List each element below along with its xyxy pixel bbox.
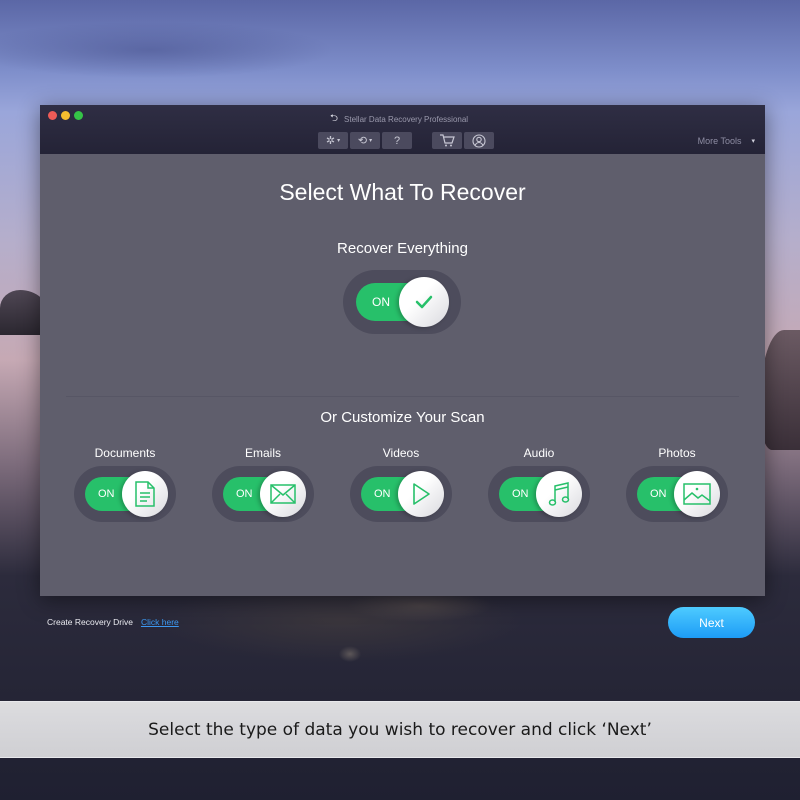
category-label: Audio	[523, 446, 555, 460]
window-title-text: Stellar Data Recovery Professional	[344, 115, 469, 124]
recover-everything-toggle[interactable]: ON	[343, 270, 461, 334]
recover-everything-label: Recover Everything	[337, 240, 468, 257]
user-icon	[472, 133, 486, 148]
main-content: Select What To Recover Recover Everythin…	[40, 154, 765, 638]
wallpaper-rocks	[310, 596, 530, 666]
help-icon: ?	[393, 134, 401, 147]
toggle-state-label: ON	[650, 488, 667, 500]
documents-toggle[interactable]: ON	[74, 466, 176, 522]
toggle-knob[interactable]	[122, 471, 168, 517]
history-button[interactable]: ⟲ ▾	[350, 132, 380, 149]
videos-toggle[interactable]: ON	[350, 466, 452, 522]
recovery-drive-link[interactable]: Click here	[141, 617, 179, 627]
page-title: Select What To Recover	[279, 179, 526, 205]
history-icon: ⟲	[357, 135, 368, 147]
photos-toggle[interactable]: ON	[626, 466, 728, 522]
toggle-state-label: ON	[236, 488, 253, 500]
more-tools-menu[interactable]: More Tools ▾	[698, 136, 755, 146]
minimize-window-button[interactable]	[61, 111, 70, 120]
window-title: ⮌ Stellar Data Recovery Professional	[330, 111, 468, 128]
category-videos: Videos ON	[350, 446, 452, 522]
cart-icon	[440, 134, 455, 147]
section-divider	[66, 396, 739, 397]
toggle-knob[interactable]	[398, 471, 444, 517]
category-label: Videos	[382, 446, 420, 460]
chevron-down-icon: ▾	[369, 138, 373, 144]
play-icon	[413, 483, 430, 505]
category-emails: Emails ON	[212, 446, 314, 522]
wallpaper-sky	[0, 0, 800, 120]
next-button[interactable]: Next	[668, 607, 755, 638]
category-photos: Photos ON	[626, 446, 728, 522]
category-documents: Documents ON	[74, 446, 176, 522]
titlebar: ⮌ Stellar Data Recovery Professional ✲ ▾…	[40, 105, 765, 154]
toggle-knob[interactable]	[674, 471, 720, 517]
settings-button[interactable]: ✲ ▾	[318, 132, 348, 149]
app-window: ⮌ Stellar Data Recovery Professional ✲ ▾…	[40, 105, 765, 638]
category-label: Documents	[94, 446, 156, 460]
toggle-state-label: ON	[512, 488, 529, 500]
back-arrow-icon[interactable]: ⮌	[330, 111, 338, 128]
audio-toggle[interactable]: ON	[488, 466, 590, 522]
recovery-drive-label: Create Recovery Drive	[47, 617, 133, 627]
toggle-state-label: ON	[374, 488, 391, 500]
emails-toggle[interactable]: ON	[212, 466, 314, 522]
caption-text: Select the type of data you wish to reco…	[148, 719, 652, 740]
category-list: Documents ON Emails ON Videos ON Audio O…	[74, 446, 728, 522]
check-icon	[415, 295, 433, 309]
help-button[interactable]: ?	[382, 132, 412, 149]
account-button[interactable]	[464, 132, 494, 149]
toggle-state-label: ON	[98, 488, 115, 500]
chevron-down-icon: ▾	[751, 138, 755, 145]
toggle-knob[interactable]	[536, 471, 582, 517]
close-window-button[interactable]	[48, 111, 57, 120]
gear-icon: ✲	[325, 135, 336, 147]
toggle-knob[interactable]	[260, 471, 306, 517]
cart-button[interactable]	[432, 132, 462, 149]
image-icon	[683, 483, 711, 505]
recovery-drive-row: Create Recovery Drive Click here	[47, 617, 179, 627]
wallpaper-cliff-right	[760, 330, 800, 450]
category-label: Photos	[658, 446, 696, 460]
chevron-down-icon: ▾	[337, 138, 341, 144]
toggle-knob[interactable]	[399, 277, 449, 327]
customize-scan-label: Or Customize Your Scan	[320, 409, 485, 426]
category-audio: Audio ON	[488, 446, 590, 522]
category-label: Emails	[244, 446, 281, 460]
traffic-lights	[48, 111, 83, 120]
maximize-window-button[interactable]	[74, 111, 83, 120]
envelope-icon	[270, 484, 296, 504]
caption-bar: Select the type of data you wish to reco…	[0, 701, 800, 758]
toolbar: ✲ ▾ ⟲ ▾ ?	[318, 132, 494, 149]
music-note-icon	[548, 482, 570, 506]
more-tools-label: More Tools	[697, 136, 742, 146]
document-icon	[135, 481, 155, 507]
toggle-state-label: ON	[372, 295, 390, 309]
